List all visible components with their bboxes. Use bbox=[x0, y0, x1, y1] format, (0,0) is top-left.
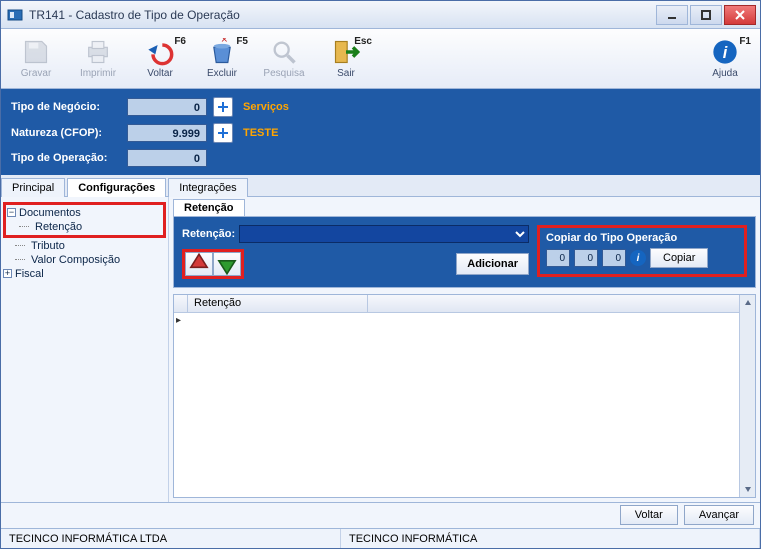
scroll-up-icon[interactable] bbox=[740, 295, 755, 311]
retencao-select[interactable] bbox=[239, 225, 529, 243]
bottom-bar: Voltar Avançar bbox=[1, 502, 760, 528]
grid-row-pointer-icon: ▸ bbox=[176, 315, 181, 326]
app-window: TR141 - Cadastro de Tipo de Operação Gra… bbox=[0, 0, 761, 549]
tipo-negocio-desc: Serviços bbox=[243, 101, 750, 113]
tab-integracoes[interactable]: Integrações bbox=[168, 178, 247, 197]
grid-header: Retenção bbox=[174, 295, 739, 313]
tab-configuracoes[interactable]: Configurações bbox=[67, 178, 166, 197]
tipo-operacao-value[interactable]: 0 bbox=[127, 149, 207, 167]
titlebar: TR141 - Cadastro de Tipo de Operação bbox=[1, 1, 760, 29]
status-company: TECINCO INFORMÁTICA LTDA bbox=[1, 529, 341, 548]
print-icon bbox=[84, 38, 112, 66]
trash-icon bbox=[208, 38, 236, 66]
copiar-v3[interactable]: 0 bbox=[602, 249, 626, 267]
ajuda-button[interactable]: F1 i Ajuda bbox=[694, 31, 756, 86]
copiar-info-icon[interactable]: i bbox=[630, 250, 646, 266]
move-up-button[interactable] bbox=[185, 252, 213, 276]
sub-tabs: Retenção bbox=[173, 199, 756, 216]
subtab-retencao[interactable]: Retenção bbox=[173, 199, 245, 216]
copiar-v1[interactable]: 0 bbox=[546, 249, 570, 267]
status-branch: TECINCO INFORMÁTICA bbox=[341, 529, 760, 548]
excluir-button[interactable]: F5 Excluir bbox=[191, 31, 253, 86]
status-bar: TECINCO INFORMÁTICA LTDA TECINCO INFORMÁ… bbox=[1, 528, 760, 548]
tree-documentos[interactable]: −Documentos bbox=[7, 206, 162, 220]
undo-icon bbox=[146, 38, 174, 66]
copiar-group: Copiar do Tipo Operação 0 0 0 i Copiar bbox=[537, 225, 747, 277]
info-icon: i bbox=[711, 38, 739, 66]
top-fields: Tipo de Negócio: 0 Serviços Natureza (CF… bbox=[1, 89, 760, 175]
tree-tributo[interactable]: Tributo bbox=[3, 239, 166, 253]
svg-text:i: i bbox=[723, 44, 728, 62]
maximize-button[interactable] bbox=[690, 5, 722, 25]
close-button[interactable] bbox=[724, 5, 756, 25]
detail-pane: Retenção Retenção: Adicionar bbox=[169, 197, 760, 502]
sair-button[interactable]: Esc Sair bbox=[315, 31, 377, 86]
copiar-v2[interactable]: 0 bbox=[574, 249, 598, 267]
grid-col-retencao[interactable]: Retenção bbox=[188, 295, 368, 312]
tipo-negocio-label: Tipo de Negócio: bbox=[11, 101, 121, 113]
tree-valor-composicao[interactable]: Valor Composição bbox=[3, 253, 166, 267]
scroll-down-icon[interactable] bbox=[740, 481, 755, 497]
copiar-button[interactable]: Copiar bbox=[650, 248, 708, 268]
grid-scrollbar[interactable] bbox=[739, 295, 755, 497]
natureza-desc: TESTE bbox=[243, 127, 750, 139]
tipo-negocio-add[interactable] bbox=[213, 97, 233, 117]
window-buttons bbox=[656, 5, 756, 25]
collapse-icon[interactable]: − bbox=[7, 208, 16, 217]
grid-row-selector-head bbox=[174, 295, 188, 312]
imprimir-button[interactable]: Imprimir bbox=[67, 31, 129, 86]
grid-area: Retenção ▸ bbox=[173, 294, 756, 498]
tipo-negocio-value[interactable]: 0 bbox=[127, 98, 207, 116]
move-down-button[interactable] bbox=[213, 252, 241, 276]
tab-principal[interactable]: Principal bbox=[1, 178, 65, 197]
voltar-button[interactable]: F6 Voltar bbox=[129, 31, 191, 86]
app-icon bbox=[7, 7, 23, 23]
tipo-operacao-label: Tipo de Operação: bbox=[11, 152, 121, 164]
main-tabs: Principal Configurações Integrações bbox=[1, 175, 760, 197]
natureza-value[interactable]: 9.999 bbox=[127, 124, 207, 142]
tree-retencao[interactable]: Retenção bbox=[7, 220, 162, 234]
retencao-label: Retenção: bbox=[182, 228, 235, 240]
navigation-tree: −Documentos Retenção Tributo Valor Compo… bbox=[1, 197, 169, 502]
copiar-group-label: Copiar do Tipo Operação bbox=[546, 232, 738, 248]
expand-icon[interactable]: + bbox=[3, 269, 12, 278]
form-area: Retenção: Adicionar Copiar do Tipo Opera… bbox=[173, 216, 756, 288]
pesquisa-button[interactable]: Pesquisa bbox=[253, 31, 315, 86]
bottom-voltar-button[interactable]: Voltar bbox=[620, 505, 678, 525]
tree-fiscal[interactable]: +Fiscal bbox=[3, 267, 166, 281]
bottom-avancar-button[interactable]: Avançar bbox=[684, 505, 754, 525]
adicionar-button[interactable]: Adicionar bbox=[456, 253, 529, 275]
window-title: TR141 - Cadastro de Tipo de Operação bbox=[29, 8, 656, 22]
minimize-button[interactable] bbox=[656, 5, 688, 25]
main-toolbar: Gravar Imprimir F6 Voltar F5 Excluir Pes… bbox=[1, 29, 760, 89]
save-icon bbox=[22, 38, 50, 66]
natureza-add[interactable] bbox=[213, 123, 233, 143]
natureza-label: Natureza (CFOP): bbox=[11, 127, 121, 139]
search-icon bbox=[270, 38, 298, 66]
gravar-button[interactable]: Gravar bbox=[5, 31, 67, 86]
main-content: −Documentos Retenção Tributo Valor Compo… bbox=[1, 197, 760, 502]
